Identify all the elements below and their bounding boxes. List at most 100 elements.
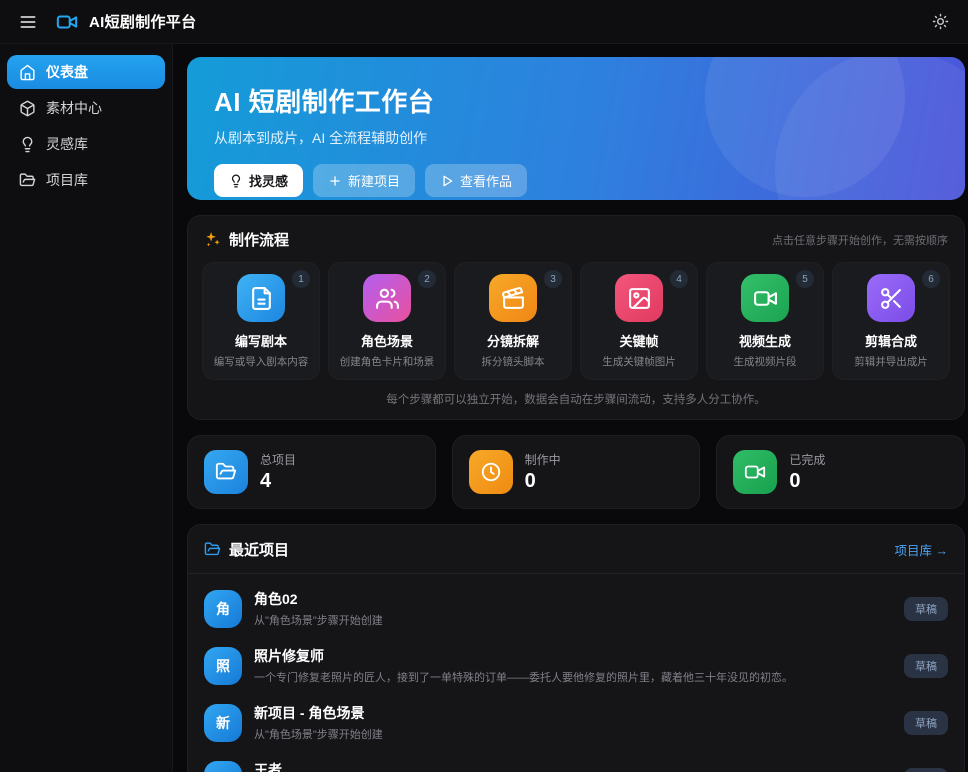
stat-total-projects: 总项目 4 [187, 435, 436, 509]
video-icon [741, 274, 789, 322]
sidebar-item-label: 仪表盘 [46, 64, 88, 80]
video-icon [733, 450, 778, 494]
stat-label: 总项目 [260, 453, 297, 467]
step-title: 剪辑合成 [864, 334, 917, 349]
recent-projects-panel: 最近项目 项目库 → 角 角色02 从"角色场景"步骤开始创建 草稿 照 照片修… [187, 524, 965, 772]
step-number-badge: 2 [418, 270, 436, 288]
step-editing[interactable]: 6 剪辑合成 剪辑并导出成片 [832, 262, 950, 380]
clapperboard-icon [489, 274, 537, 322]
play-icon [443, 175, 453, 186]
theme-toggle-button[interactable] [926, 8, 954, 36]
stat-completed: 已完成 0 [716, 435, 965, 509]
main-content: AI 短剧制作工作台 从剧本到成片，AI 全流程辅助创作 找灵感 新建项目 查看… [173, 44, 968, 772]
stat-in-progress: 制作中 0 [451, 435, 701, 509]
menu-toggle-button[interactable] [14, 8, 42, 36]
step-write-script[interactable]: 1 编写剧本 编写或导入剧本内容 [202, 262, 320, 380]
step-title: 关键帧 [619, 334, 659, 349]
sidebar-item-label: 素材中心 [46, 100, 102, 116]
folder-open-icon [204, 542, 221, 556]
step-title: 编写剧本 [234, 334, 287, 349]
status-badge: 草稿 [904, 596, 948, 621]
scissors-icon [867, 274, 915, 322]
button-label: 找灵感 [249, 174, 289, 189]
status-badge: 草稿 [904, 767, 948, 772]
step-number-badge: 1 [292, 270, 310, 288]
new-project-button[interactable]: 新建项目 [313, 164, 416, 197]
project-desc: 一个专门修复老照片的匠人，接到了一单特殊的订单——委托人要他修复的照片里，藏着他… [254, 672, 793, 684]
hero-buttons: 找灵感 新建项目 查看作品 [214, 164, 938, 197]
stat-value: 0 [789, 470, 801, 492]
recent-title: 最近项目 [229, 542, 290, 559]
clock-icon [468, 450, 513, 494]
process-hint: 点击任意步骤开始创作，无需按顺序 [772, 234, 948, 247]
process-note: 每个步骤都可以独立开始，数据会自动在步骤间流动，支持多人分工协作。 [386, 394, 766, 406]
project-library-link[interactable]: 项目库 → [895, 540, 948, 559]
status-badge: 草稿 [904, 710, 948, 735]
video-camera-icon [56, 10, 80, 34]
step-title: 分镜拆解 [486, 334, 539, 349]
sidebar-item-projects[interactable]: 项目库 [7, 163, 165, 197]
plus-icon [330, 175, 340, 186]
button-label: 查看作品 [460, 174, 513, 189]
project-avatar: 照 [204, 646, 242, 685]
app-title: AI短剧制作平台 [89, 14, 197, 31]
project-desc: 从"角色场景"步骤开始创建 [254, 729, 383, 741]
step-desc: 拆分镜头脚本 [481, 356, 545, 368]
step-video-generation[interactable]: 5 视频生成 生成视频片段 [706, 262, 824, 380]
project-row[interactable]: 角 角色02 从"角色场景"步骤开始创建 草稿 [188, 580, 964, 637]
project-row[interactable]: 王 王者 从"角色场景"步骤开始创建 草稿 [188, 751, 964, 772]
step-keyframes[interactable]: 4 关键帧 生成关键帧图片 [580, 262, 698, 380]
stat-label: 制作中 [524, 453, 561, 467]
package-icon [20, 100, 35, 116]
step-desc: 生成关键帧图片 [602, 356, 676, 368]
project-list: 角 角色02 从"角色场景"步骤开始创建 草稿 照 照片修复师 一个专门修复老照… [188, 574, 964, 772]
lightbulb-icon [231, 174, 241, 187]
project-avatar: 新 [204, 703, 242, 742]
step-title: 视频生成 [738, 334, 791, 349]
step-number-badge: 6 [922, 270, 940, 288]
project-avatar: 角 [204, 589, 242, 628]
step-title: 角色场景 [360, 334, 413, 349]
folder-icon [19, 172, 36, 186]
hero-title: AI 短剧制作工作台 [214, 87, 435, 117]
project-desc: 从"角色场景"步骤开始创建 [254, 615, 383, 627]
find-inspiration-button[interactable]: 找灵感 [214, 164, 304, 197]
step-number-badge: 4 [670, 270, 688, 288]
button-label: 新建项目 [348, 174, 401, 189]
top-bar: AI短剧制作平台 [0, 0, 968, 44]
process-panel: 制作流程 点击任意步骤开始创作，无需按顺序 1 编写剧本 编写或导入剧本内容 2… [187, 215, 965, 420]
project-avatar: 王 [204, 760, 242, 772]
sidebar: 仪表盘 素材中心 灵感库 项目库 [0, 44, 173, 772]
project-name: 照片修复师 [254, 648, 324, 664]
process-steps: 1 编写剧本 编写或导入剧本内容 2 角色场景 创建角色卡片和场景 3 分镜拆解… [188, 250, 964, 380]
lightbulb-icon [22, 136, 33, 152]
stat-value: 4 [260, 470, 272, 492]
hero-subtitle: 从剧本到成片，AI 全流程辅助创作 [214, 130, 428, 146]
project-row[interactable]: 新 新项目 - 角色场景 从"角色场景"步骤开始创建 草稿 [188, 694, 964, 751]
step-desc: 剪辑并导出成片 [854, 356, 928, 368]
sidebar-item-label: 灵感库 [46, 136, 88, 152]
view-works-button[interactable]: 查看作品 [425, 164, 528, 197]
project-name: 新项目 - 角色场景 [254, 705, 365, 721]
step-number-badge: 5 [796, 270, 814, 288]
hero-banner: AI 短剧制作工作台 从剧本到成片，AI 全流程辅助创作 找灵感 新建项目 查看… [187, 57, 965, 200]
stat-label: 已完成 [789, 453, 826, 467]
project-row[interactable]: 照 照片修复师 一个专门修复老照片的匠人，接到了一单特殊的订单——委托人要他修复… [188, 637, 964, 694]
image-icon [615, 274, 663, 322]
step-characters-scenes[interactable]: 2 角色场景 创建角色卡片和场景 [328, 262, 446, 380]
sidebar-item-inspiration[interactable]: 灵感库 [7, 127, 165, 161]
process-title: 制作流程 [229, 232, 290, 249]
users-icon [363, 274, 411, 322]
step-desc: 编写或导入剧本内容 [213, 356, 309, 368]
sidebar-item-assets[interactable]: 素材中心 [7, 91, 165, 125]
stat-value: 0 [524, 470, 536, 492]
status-badge: 草稿 [904, 653, 948, 678]
file-text-icon [237, 274, 285, 322]
home-icon [20, 64, 35, 80]
step-storyboard[interactable]: 3 分镜拆解 拆分镜头脚本 [454, 262, 572, 380]
project-name: 角色02 [254, 591, 298, 607]
sidebar-item-dashboard[interactable]: 仪表盘 [7, 55, 165, 89]
sparkles-icon [206, 232, 220, 247]
stats-row: 总项目 4 制作中 0 已完成 0 [187, 435, 965, 509]
step-desc: 创建角色卡片和场景 [339, 356, 435, 368]
